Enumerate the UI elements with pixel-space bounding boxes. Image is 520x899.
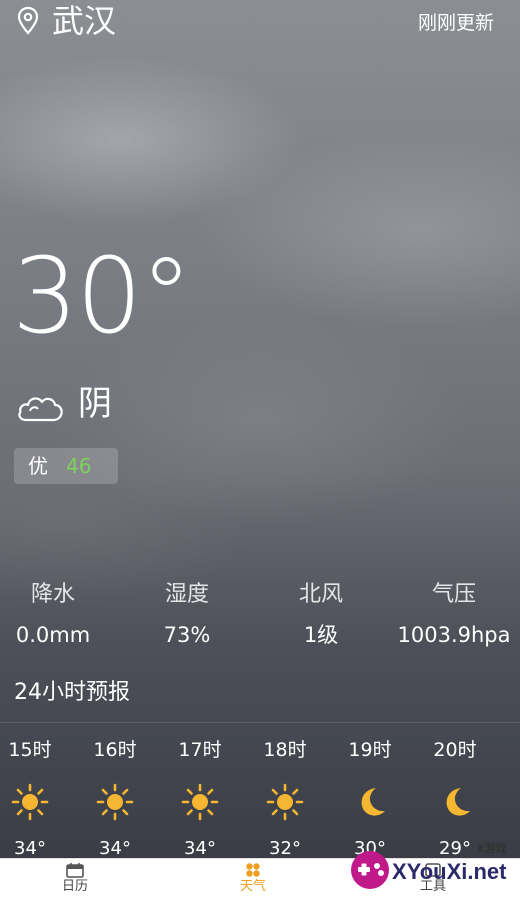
sun-icon [96,783,134,821]
stat-value: 0.0mm [15,623,91,647]
divider [0,722,520,723]
stat-label: 气压 [431,582,476,607]
weather-screen: 武汉 刚刚更新 30° 阴 优 46 降水 0.0mm 湿度 73% 北风 1级… [0,0,520,899]
hour-time: 17时 [178,739,222,761]
gamepad-logo-icon [351,851,389,889]
calendar-icon [66,863,84,878]
hourly-item: 16时 34° [85,736,145,862]
city-name[interactable]: 武汉 [52,0,116,42]
aqi-value: 46 [66,454,92,478]
sun-icon [11,783,49,821]
hourly-item: 18时 32° [255,736,315,862]
update-status[interactable]: 刚刚更新 [418,10,494,36]
weather-condition: 阴 [78,384,112,424]
stat-value: 1003.9hpa [397,623,511,647]
hourly-item: 17时 34° [170,736,230,862]
moon-icon [361,788,385,816]
stat-label: 湿度 [164,582,209,607]
cloudy-icon [18,397,63,422]
stat-wind: 北风 1级 [256,580,386,650]
tab-label: 日历 [61,879,88,894]
current-temperature: 30° [12,235,192,357]
moon-icon [446,788,470,816]
hour-time: 20时 [433,739,477,761]
sun-icon [181,783,219,821]
stat-label: 降水 [30,582,75,607]
watermark-small-text: X游戏 [476,842,507,855]
watermark-text: XYouXi.net [392,859,507,884]
stat-humidity: 湿度 73% [122,580,252,650]
forecast-title: 24小时预报 [14,680,130,705]
hour-time: 19时 [348,739,392,761]
site-watermark: X游戏 XYouXi.net [348,840,518,896]
hour-time: 16时 [93,739,137,761]
stat-value: 1级 [303,623,339,647]
tab-weather[interactable]: 天气 [208,859,298,899]
aqi-level: 优 [28,454,48,478]
stat-value: 73% [163,623,211,647]
hour-time: 15时 [8,739,52,761]
tab-calendar[interactable]: 日历 [30,859,120,899]
stat-pressure: 气压 1003.9hpa [389,580,519,650]
stat-precipitation: 降水 0.0mm [0,580,118,650]
hourly-item: 15时 34° [0,736,60,862]
air-quality-badge[interactable]: 优 46 [14,448,118,484]
weather-icon [246,863,260,877]
location-pin-icon[interactable] [16,6,40,36]
hour-time: 18时 [263,739,307,761]
sun-icon [266,783,304,821]
stat-label: 北风 [298,582,343,607]
tab-label: 天气 [239,879,266,894]
